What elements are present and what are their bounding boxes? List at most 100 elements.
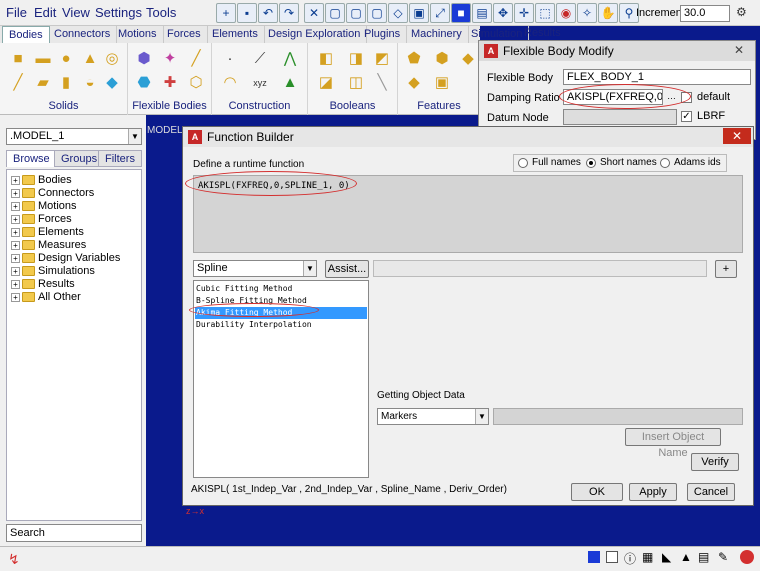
tab-elements[interactable]: Elements (206, 26, 265, 43)
image-icon[interactable]: ▤ (472, 3, 492, 23)
extrusion-icon[interactable]: ▮ (58, 75, 74, 91)
menu-view[interactable]: View (62, 5, 90, 20)
hollow-icon[interactable]: ▣ (434, 75, 450, 91)
marker-icon[interactable]: ⟋ (252, 51, 268, 67)
sphere-icon[interactable]: ● (58, 51, 74, 67)
expand-icon[interactable]: + (11, 266, 20, 276)
tree-item-connectors[interactable]: + Connectors (11, 187, 94, 200)
verify-button[interactable]: Verify (691, 453, 739, 471)
apply-button[interactable]: Apply (629, 483, 677, 501)
frustum-icon[interactable]: ▲ (82, 51, 98, 67)
menu-tools[interactable]: Tools (146, 5, 176, 20)
ok-button[interactable]: OK (571, 483, 623, 501)
tree-item-bodies[interactable]: + Bodies (11, 174, 72, 187)
message-icon[interactable]: ↯ (8, 551, 20, 568)
swap-icon[interactable]: ⬡ (188, 75, 204, 91)
radio-full-names[interactable] (518, 158, 528, 168)
move-icon[interactable]: ✛ (514, 3, 534, 23)
table-icon[interactable]: ▤ (698, 550, 709, 564)
window-zoom-icon[interactable]: ⬚ (535, 3, 555, 23)
union-icon[interactable]: ◧ (318, 51, 334, 67)
assist-button[interactable]: Assist... (325, 260, 369, 278)
lbrf-checkbox[interactable]: ✓ (681, 111, 692, 122)
tab-bodies[interactable]: Bodies (2, 26, 50, 43)
tree-item-elements[interactable]: + Elements (11, 226, 84, 239)
tab-browse[interactable]: Browse (6, 150, 57, 167)
view-side-icon[interactable]: ▢ (367, 3, 387, 23)
plane-icon[interactable]: ◆ (104, 75, 120, 91)
tree-item-simulations[interactable]: + Simulations (11, 265, 95, 278)
intersect-icon[interactable]: ◩ (374, 51, 390, 67)
tab-machinery[interactable]: Machinery (405, 26, 469, 43)
default-checkbox[interactable] (681, 92, 692, 103)
flexible-body-field[interactable]: FLEX_BODY_1 (563, 69, 751, 85)
render-icon[interactable]: ■ (451, 3, 471, 23)
tab-design-exploration[interactable]: Design Exploration (262, 26, 368, 43)
expand-icon[interactable]: + (11, 292, 20, 302)
expand-icon[interactable]: + (11, 240, 20, 250)
info-icon[interactable]: ⓘ (624, 550, 636, 567)
tree-item-forces[interactable]: + Forces (11, 213, 72, 226)
link-icon[interactable]: ╱ (10, 75, 26, 91)
function-expression-area[interactable]: AKISPL(FXFREQ,0,SPLINE_1, 0) (193, 175, 743, 253)
pan-icon[interactable]: ✋ (598, 3, 618, 23)
cursor-icon[interactable]: ▲ (680, 550, 692, 564)
menu-file[interactable]: File (6, 5, 27, 20)
plate-icon[interactable]: ▰ (35, 75, 51, 91)
undo-icon[interactable]: ↶ (258, 3, 278, 23)
render-mode-icon[interactable] (588, 551, 600, 563)
center-icon[interactable]: ◉ (556, 3, 576, 23)
object-type-select[interactable]: Markers ▼ (377, 408, 489, 425)
view-front-icon[interactable]: ▢ (325, 3, 345, 23)
tree-item-all-other[interactable]: + All Other (11, 291, 81, 304)
split-icon[interactable]: ◫ (348, 75, 364, 91)
beam-icon[interactable]: ╱ (188, 51, 204, 67)
damping-ratio-field[interactable]: AKISPL(FXFREQ,0,S (563, 89, 663, 105)
select-icon[interactable]: ✕ (304, 3, 324, 23)
radio-adams-ids[interactable] (660, 158, 670, 168)
tab-motions[interactable]: Motions (112, 26, 164, 43)
hole-icon[interactable]: ◆ (460, 51, 476, 67)
radio-short-names[interactable] (586, 158, 596, 168)
flex-body-icon[interactable]: ⬢ (136, 51, 152, 67)
coordinate-icon[interactable]: xyz (252, 75, 268, 91)
settings-icon[interactable]: ⚙ (736, 5, 747, 19)
expand-icon[interactable]: + (11, 214, 20, 224)
merge-icon[interactable]: ◨ (348, 51, 364, 67)
list-item-cubic[interactable]: Cubic Fitting Method (196, 283, 292, 295)
chevron-down-icon[interactable]: ▼ (128, 129, 141, 144)
tab-filters[interactable]: Filters (98, 150, 142, 167)
expand-icon[interactable]: + (11, 188, 20, 198)
spline-icon[interactable]: ▲ (282, 75, 298, 91)
save-icon[interactable]: ▪ (237, 3, 257, 23)
menu-edit[interactable]: Edit (34, 5, 56, 20)
chevron-down-icon[interactable]: ▼ (303, 261, 316, 276)
close-icon[interactable]: ✕ (729, 42, 749, 59)
arc-icon[interactable]: ◠ (222, 75, 238, 91)
box-icon[interactable]: ■ (10, 51, 26, 67)
redo-icon[interactable]: ↷ (279, 3, 299, 23)
datum-node-field[interactable] (563, 109, 677, 125)
menu-settings[interactable]: Settings (95, 5, 142, 20)
view-iso-icon[interactable]: ◇ (388, 3, 408, 23)
insert-plus-button[interactable]: + (715, 260, 737, 278)
chain-icon[interactable]: ╲ (374, 75, 390, 91)
polyline-icon[interactable]: ⋀ (282, 51, 298, 67)
tree-item-motions[interactable]: + Motions (11, 200, 77, 213)
close-icon[interactable]: ✕ (723, 128, 751, 144)
viewflex-icon[interactable]: ✦ (162, 51, 178, 67)
expand-icon[interactable]: + (11, 279, 20, 289)
expand-icon[interactable]: + (11, 227, 20, 237)
search-input[interactable]: Search (6, 524, 142, 542)
view-all-icon[interactable]: ▣ (409, 3, 429, 23)
translate-icon[interactable]: ✥ (493, 3, 513, 23)
expand-icon[interactable]: + (11, 253, 20, 263)
expand-icon[interactable]: + (11, 201, 20, 211)
chamfer-icon[interactable]: ⬟ (406, 51, 422, 67)
modal-icon[interactable]: ✚ (162, 75, 178, 91)
increment-input[interactable]: 30.0 (680, 5, 730, 22)
more-icon[interactable]: … (667, 91, 676, 101)
object-name-field[interactable] (493, 408, 743, 425)
model-select[interactable]: .MODEL_1 ▼ (6, 128, 142, 145)
boss-icon[interactable]: ◆ (406, 75, 422, 91)
